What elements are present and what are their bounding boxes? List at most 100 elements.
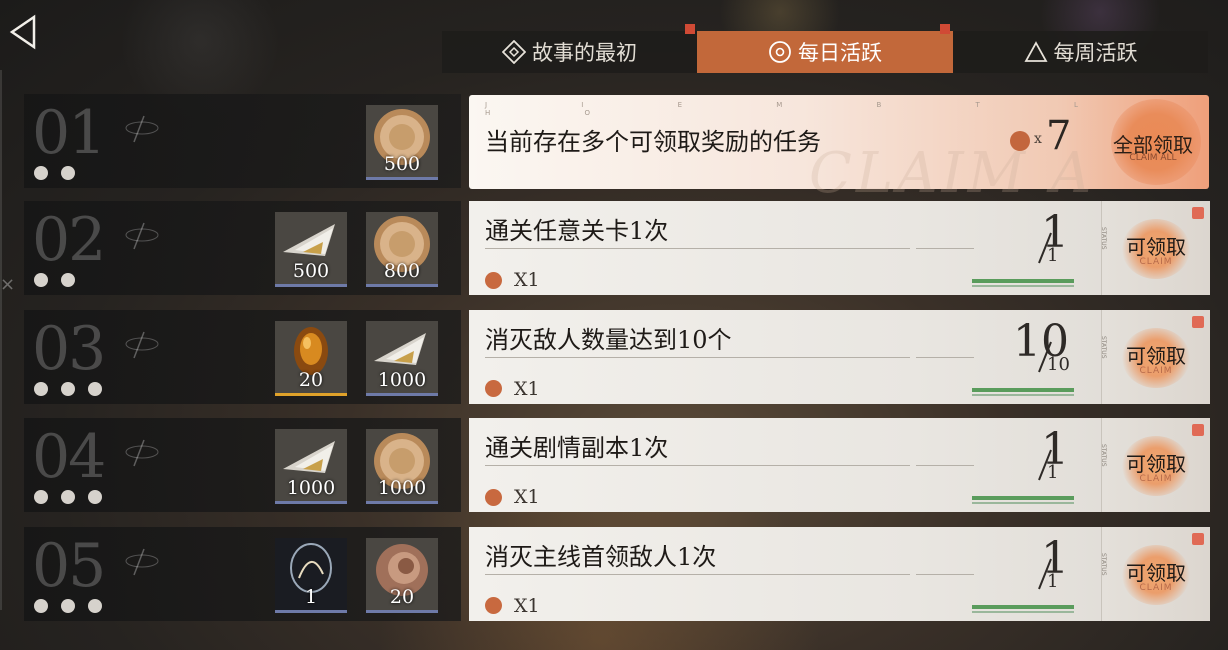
divider [485, 573, 910, 575]
claim-all-button[interactable]: 全部领取 CLAIM ALL [1097, 95, 1209, 189]
back-triangle-icon [9, 14, 36, 50]
reward-qty: 1 [304, 585, 318, 608]
reward-item[interactable]: 1000 [275, 429, 347, 504]
notification-badge [1192, 315, 1204, 328]
claim-sub: CLAIM [1139, 257, 1173, 267]
difficulty-dot [61, 490, 75, 504]
reward-item[interactable]: 500 [275, 212, 347, 287]
divider [916, 573, 974, 575]
tab-label: 每日活跃 [798, 41, 882, 65]
divider [485, 356, 910, 358]
claimable-count: 7 [1046, 113, 1072, 159]
tab-daily[interactable]: 每日活跃 [697, 31, 953, 73]
slash-ornament-icon [125, 115, 159, 143]
difficulty-dots [34, 381, 102, 396]
reward-item[interactable]: 20 [275, 320, 347, 396]
claim-label: 可领取 [1126, 343, 1186, 368]
circle-target-icon [768, 40, 792, 64]
claim-button[interactable]: STATUS 可领取 CLAIM [1100, 526, 1210, 621]
reward-qty: 1000 [377, 477, 427, 499]
slash-ornament-icon [125, 331, 159, 358]
back-button[interactable] [8, 14, 38, 50]
reward-item[interactable]: 500 [366, 105, 438, 180]
claim-summary-card: J I E M B T L H O CLAIM A 当前存在多个可领取奖励的任务… [469, 95, 1209, 206]
difficulty-dot [88, 598, 102, 613]
reward-item[interactable]: 1000 [366, 429, 438, 504]
notification-dot [940, 24, 950, 34]
slash-ornament-icon [125, 439, 159, 467]
tab-label: 故事的最初 [532, 41, 637, 65]
progress-total: 1 [1047, 245, 1059, 266]
tab-story[interactable]: 故事的最初 [442, 31, 697, 73]
task-number: 05 [32, 530, 106, 601]
claim-label: 可领取 [1126, 452, 1186, 476]
progress-total: 1 [1047, 462, 1059, 483]
divider [916, 356, 974, 358]
claim-button[interactable]: STATUS 可领取 CLAIM [1100, 418, 1210, 512]
claim-button[interactable]: STATUS 可领取 CLAIM [1100, 201, 1210, 295]
task-reward: X1 [485, 595, 540, 617]
tab-label: 每周活跃 [1053, 41, 1138, 65]
claim-button[interactable]: STATUS 可领取 CLAIM [1100, 309, 1210, 404]
reward-multiplier: X1 [514, 269, 540, 291]
reward-qty: 800 [383, 260, 421, 282]
reward-token-icon [485, 380, 502, 397]
difficulty-dot [88, 490, 102, 504]
divider [916, 248, 974, 249]
progress-bar-track [972, 393, 1074, 396]
claim-all-sub: CLAIM ALL [1129, 153, 1177, 163]
notification-badge [1192, 532, 1204, 545]
task-number: 03 [32, 313, 106, 384]
difficulty-dot [88, 381, 102, 396]
task-number: 01 [32, 98, 106, 168]
reward-qty: 500 [383, 153, 421, 175]
divider [916, 465, 974, 466]
notification-badge [1192, 207, 1204, 219]
notification-badge [1192, 424, 1204, 436]
progress-bar-track [972, 285, 1074, 287]
task-title: 消灭敌人数量达到10个 [485, 325, 732, 354]
slash-ornament-icon [125, 222, 159, 250]
notification-dot [685, 24, 695, 34]
claim-label: 可领取 [1126, 235, 1186, 259]
reward-token-icon [485, 271, 502, 289]
reward-item[interactable]: 1 [275, 537, 347, 613]
reward-qty: 1000 [286, 477, 336, 499]
progress-bar-track [972, 610, 1074, 613]
task-card: 通关剧情副本1次 X1 1 1 STATUS 可领取 CLAIM [469, 418, 1210, 512]
claim-label: 可领取 [1126, 560, 1186, 585]
tab-weekly[interactable]: 每周活跃 [953, 31, 1208, 73]
reward-item[interactable]: 1000 [366, 320, 438, 396]
claim-sub: CLAIM [1139, 365, 1173, 376]
tab-bar: 故事的最初 每日活跃 每周活跃 [442, 31, 1208, 73]
difficulty-dot [34, 598, 48, 613]
reward-multiplier: X1 [514, 594, 540, 617]
task-card: 通关任意关卡1次 X1 1 1 STATUS 可领取 CLAIM [469, 201, 1210, 295]
difficulty-dot [61, 381, 75, 396]
reward-item[interactable]: 800 [366, 212, 438, 287]
reward-item[interactable]: 20 [366, 537, 438, 613]
progress-bar [972, 387, 1074, 392]
count-prefix: x [1034, 131, 1042, 147]
left-divider [0, 70, 2, 610]
difficulty-dot [34, 381, 48, 396]
divider [485, 248, 910, 249]
task-title: 消灭主线首领敌人1次 [485, 542, 717, 571]
task-index-card: 05 1 20 [24, 526, 461, 621]
reward-token-icon [485, 597, 502, 614]
difficulty-dots [34, 598, 102, 613]
task-index-card: 02 500 800 [24, 201, 461, 295]
task-reward: X1 [485, 486, 540, 508]
difficulty-dot [61, 273, 75, 287]
task-card: 消灭敌人数量达到10个 X1 10 10 STATUS 可领取 CLAIM [469, 309, 1210, 404]
task-index-card: 03 20 1000 [24, 309, 461, 404]
slash-ornament-icon [125, 548, 159, 575]
reward-qty: 500 [292, 260, 330, 282]
progress-total: 1 [1047, 570, 1059, 592]
task-number: 04 [32, 422, 106, 492]
task-index-card: 04 1000 1000 [24, 418, 461, 512]
task-number: 02 [32, 205, 106, 275]
task-title: 通关任意关卡1次 [485, 217, 669, 245]
progress-bar [972, 279, 1074, 283]
close-mark-icon: × [0, 274, 16, 295]
